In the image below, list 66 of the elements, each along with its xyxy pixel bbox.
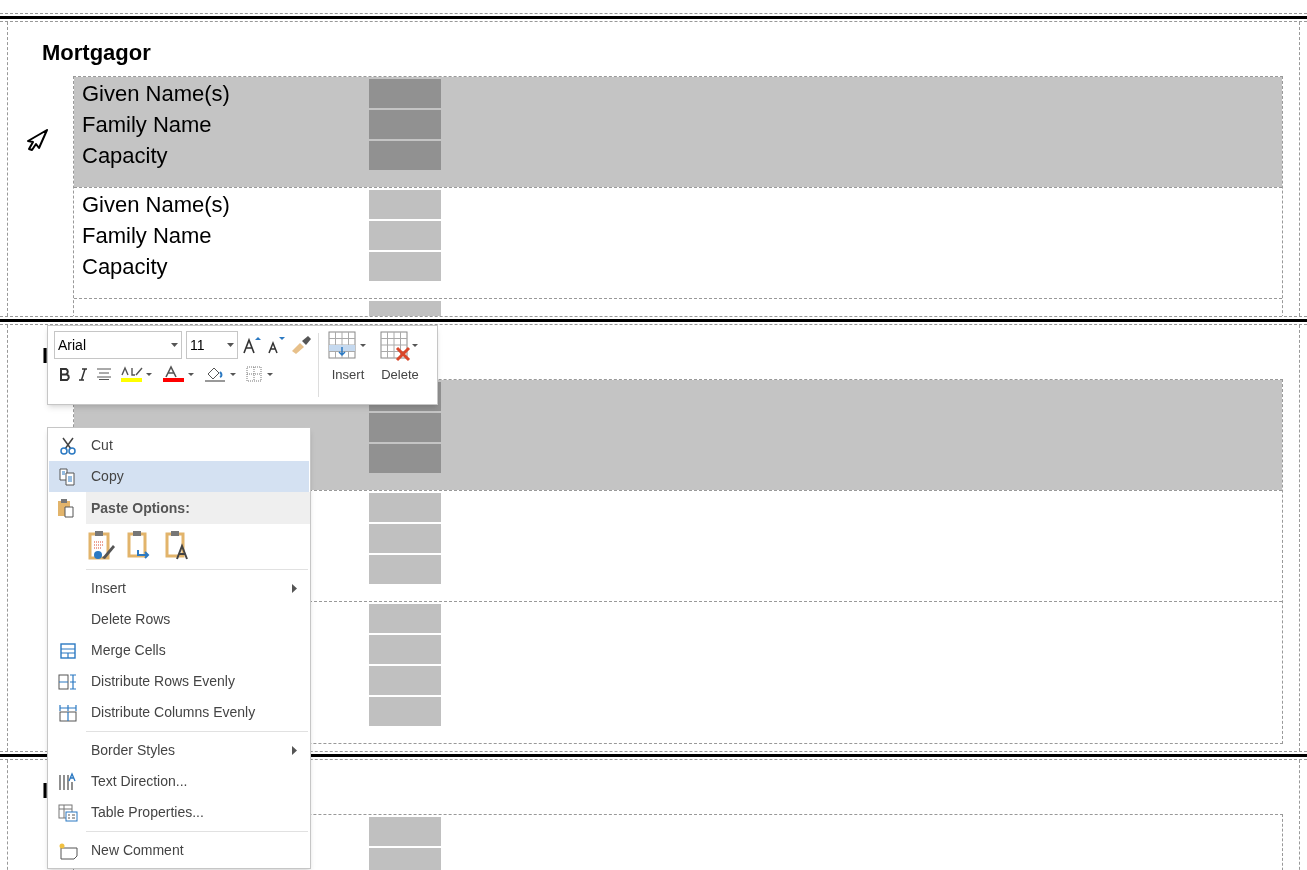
content-field[interactable] xyxy=(369,666,441,695)
copy-icon xyxy=(58,467,77,486)
section-heading: I xyxy=(42,778,49,804)
content-field[interactable] xyxy=(369,635,441,664)
insert-button[interactable]: Insert xyxy=(325,331,371,399)
menu-item[interactable]: Distribute Columns Evenly xyxy=(49,697,309,728)
field-label: Given Name(s) xyxy=(82,80,230,106)
menu-item[interactable]: Delete Rows xyxy=(49,604,309,635)
content-field[interactable] xyxy=(369,141,441,170)
field-label: Capacity xyxy=(82,253,168,279)
pointer-icon xyxy=(25,128,49,152)
dropdown-caret-icon[interactable] xyxy=(227,343,234,347)
font-name-field[interactable]: Arial xyxy=(54,331,182,359)
content-field[interactable] xyxy=(369,604,441,633)
italic-icon[interactable] xyxy=(78,367,88,381)
delete-button[interactable]: Delete xyxy=(377,331,423,399)
menu-item[interactable]: Cut xyxy=(49,430,309,461)
format-painter-icon[interactable] xyxy=(290,335,312,355)
field-label: Family Name xyxy=(82,222,212,248)
content-field[interactable] xyxy=(369,79,441,108)
content-field[interactable] xyxy=(369,493,441,522)
center-align-icon[interactable] xyxy=(96,368,112,380)
menu-item[interactable]: Insert xyxy=(49,573,309,604)
new-comment-icon xyxy=(57,841,78,860)
menu-item[interactable]: Border Styles xyxy=(49,735,309,766)
bold-icon[interactable] xyxy=(60,367,70,381)
paste-keep-formatting-icon[interactable] xyxy=(88,530,116,560)
field-label: Family Name xyxy=(82,111,212,137)
content-field[interactable] xyxy=(369,697,441,726)
merge-cells-icon xyxy=(58,641,77,660)
field-label: Capacity xyxy=(82,142,168,168)
text-direction-icon xyxy=(57,771,78,792)
section-heading: Mortgagor xyxy=(42,40,151,66)
shading-icon[interactable] xyxy=(204,365,238,383)
highlight-icon[interactable] xyxy=(120,365,154,383)
scissors-icon xyxy=(58,436,77,455)
content-field[interactable] xyxy=(369,817,441,846)
content-field[interactable] xyxy=(369,110,441,139)
shrink-font-icon[interactable] xyxy=(266,335,286,355)
content-field[interactable] xyxy=(369,190,441,219)
content-field[interactable] xyxy=(369,413,441,442)
content-field[interactable] xyxy=(369,555,441,584)
menu-section-header: Paste Options: xyxy=(86,492,310,524)
content-field[interactable] xyxy=(369,848,441,870)
table-delete-icon xyxy=(380,331,420,363)
menu-item[interactable]: Table Properties... xyxy=(49,797,309,828)
content-field[interactable] xyxy=(369,252,441,281)
content-field[interactable] xyxy=(369,221,441,250)
menu-item[interactable]: Copy xyxy=(49,461,309,492)
menu-item[interactable]: Merge Cells xyxy=(49,635,309,666)
section-heading: I xyxy=(42,343,49,369)
font-size-field[interactable]: 11 xyxy=(186,331,238,359)
borders-icon[interactable] xyxy=(246,366,274,382)
content-field[interactable] xyxy=(369,444,441,473)
grow-font-icon[interactable] xyxy=(242,335,262,355)
menu-item[interactable]: Distribute Rows Evenly xyxy=(49,666,309,697)
table-properties-icon xyxy=(57,803,78,822)
distribute-columns-icon xyxy=(57,703,78,722)
dropdown-caret-icon[interactable] xyxy=(171,343,178,347)
clipboard-icon xyxy=(57,498,77,518)
menu-item[interactable]: Text Direction... xyxy=(49,766,309,797)
content-field[interactable] xyxy=(369,524,441,553)
field-label: Given Name(s) xyxy=(82,191,230,217)
distribute-rows-icon xyxy=(57,672,78,691)
font-color-icon[interactable] xyxy=(162,365,196,383)
menu-item[interactable]: New Comment xyxy=(49,835,309,866)
